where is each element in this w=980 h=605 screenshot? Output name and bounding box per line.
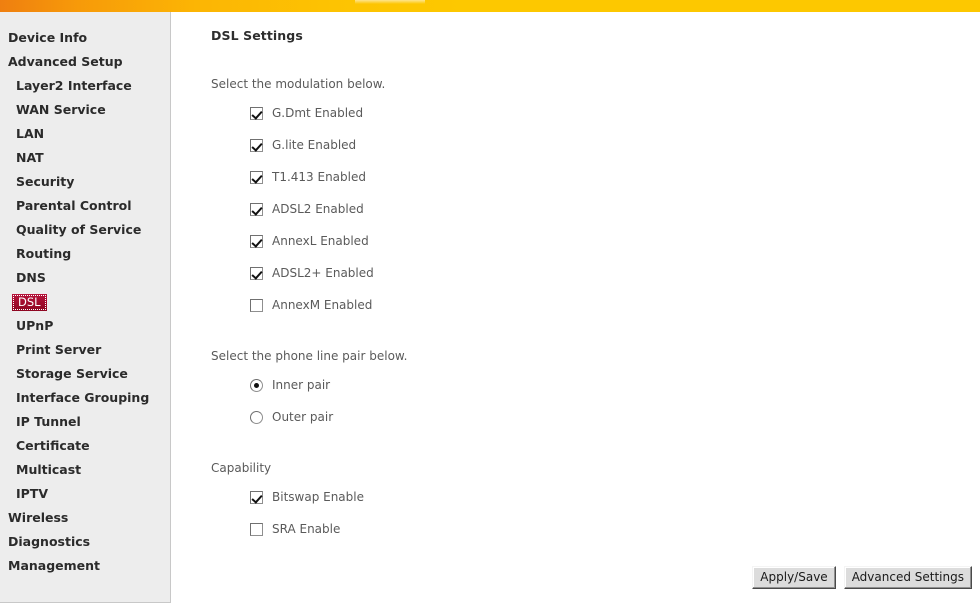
capability-section-label: Capability [211,461,272,475]
sidebar-item-layer2-interface[interactable]: Layer2 Interface [0,74,170,98]
sidebar-item-nat[interactable]: NAT [0,146,170,170]
sidebar-item-upnp[interactable]: UPnP [0,314,170,338]
checkbox-row-g-lite-enabled: G.lite Enabled [250,138,374,171]
checkbox-row-annexm-enabled: AnnexM Enabled [250,298,374,331]
sidebar-item-dsl[interactable]: DSL [12,294,47,311]
form-button-bar: Apply/Save Advanced Settings [752,566,972,589]
radio-outer-pair[interactable] [250,411,263,424]
sidebar-item-print-server[interactable]: Print Server [0,338,170,362]
checkbox-label-annexm-enabled: AnnexM Enabled [272,298,373,312]
checkbox-g-dmt-enabled[interactable] [250,107,263,120]
top-banner [0,0,980,12]
sidebar-item-advanced-setup[interactable]: Advanced Setup [0,50,170,74]
checkbox-annexl-enabled[interactable] [250,235,263,248]
checkbox-label-g-dmt-enabled: G.Dmt Enabled [272,106,364,120]
main-content-panel: DSL Settings Select the modulation below… [172,12,980,603]
radio-inner-pair[interactable] [250,379,263,392]
checkbox-bitswap-enable[interactable] [250,491,263,504]
sidebar-item-ip-tunnel[interactable]: IP Tunnel [0,410,170,434]
radio-label-inner-pair: Inner pair [272,378,331,392]
checkbox-row-bitswap-enable: Bitswap Enable [250,490,364,523]
sidebar-item-parental-control[interactable]: Parental Control [0,194,170,218]
sidebar-item-certificate[interactable]: Certificate [0,434,170,458]
sidebar-item-iptv[interactable]: IPTV [0,482,170,506]
checkbox-sra-enable[interactable] [250,523,263,536]
checkbox-row-adsl2plus-enabled: ADSL2+ Enabled [250,266,374,299]
checkbox-row-annexl-enabled: AnnexL Enabled [250,234,374,267]
checkbox-label-t1-413-enabled: T1.413 Enabled [272,170,366,184]
sidebar-item-multicast[interactable]: Multicast [0,458,170,482]
checkbox-row-g-dmt-enabled: G.Dmt Enabled [250,106,374,139]
sidebar-item-routing[interactable]: Routing [0,242,170,266]
checkbox-label-adsl2plus-enabled: ADSL2+ Enabled [272,266,374,280]
sidebar-item-dns[interactable]: DNS [0,266,170,290]
sidebar-item-wireless[interactable]: Wireless [0,506,170,530]
banner-highlight [355,0,425,4]
checkbox-annexm-enabled[interactable] [250,299,263,312]
page-title: DSL Settings [211,28,303,43]
sidebar-navigation: Device Info Advanced Setup Layer2 Interfac… [0,12,171,603]
apply-save-button[interactable]: Apply/Save [752,566,836,589]
checkbox-label-g-lite-enabled: G.lite Enabled [272,138,357,152]
checkbox-label-adsl2-enabled: ADSL2 Enabled [272,202,364,216]
sidebar-item-dsl-row: DSL [0,290,170,314]
checkbox-t1-413-enabled[interactable] [250,171,263,184]
checkbox-row-sra-enable: SRA Enable [250,522,364,555]
sidebar-item-lan[interactable]: LAN [0,122,170,146]
modulation-options-list: G.Dmt Enabled G.lite Enabled T1.413 Enable… [250,106,374,331]
checkbox-label-sra-enable: SRA Enable [272,522,341,536]
checkbox-label-annexl-enabled: AnnexL Enabled [272,234,369,248]
checkbox-adsl2plus-enabled[interactable] [250,267,263,280]
sidebar-item-management[interactable]: Management [0,554,170,578]
checkbox-g-lite-enabled[interactable] [250,139,263,152]
sidebar-item-storage-service[interactable]: Storage Service [0,362,170,386]
modulation-section-label: Select the modulation below. [211,77,386,91]
checkbox-label-bitswap-enable: Bitswap Enable [272,490,364,504]
sidebar-item-wan-service[interactable]: WAN Service [0,98,170,122]
sidebar-item-security[interactable]: Security [0,170,170,194]
sidebar-item-diagnostics[interactable]: Diagnostics [0,530,170,554]
capability-options-list: Bitswap Enable SRA Enable [250,490,364,555]
advanced-settings-button[interactable]: Advanced Settings [843,566,972,589]
radio-row-outer-pair: Outer pair [250,410,334,443]
sidebar-item-quality-of-service[interactable]: Quality of Service [0,218,170,242]
phone-line-options-list: Inner pair Outer pair [250,378,334,443]
sidebar-item-interface-grouping[interactable]: Interface Grouping [0,386,170,410]
radio-row-inner-pair: Inner pair [250,378,333,411]
radio-label-outer-pair: Outer pair [272,410,334,424]
sidebar-item-device-info[interactable]: Device Info [0,26,170,50]
phone-line-section-label: Select the phone line pair below. [211,349,408,363]
checkbox-row-adsl2-enabled: ADSL2 Enabled [250,202,374,235]
checkbox-row-t1-413-enabled: T1.413 Enabled [250,170,374,203]
checkbox-adsl2-enabled[interactable] [250,203,263,216]
